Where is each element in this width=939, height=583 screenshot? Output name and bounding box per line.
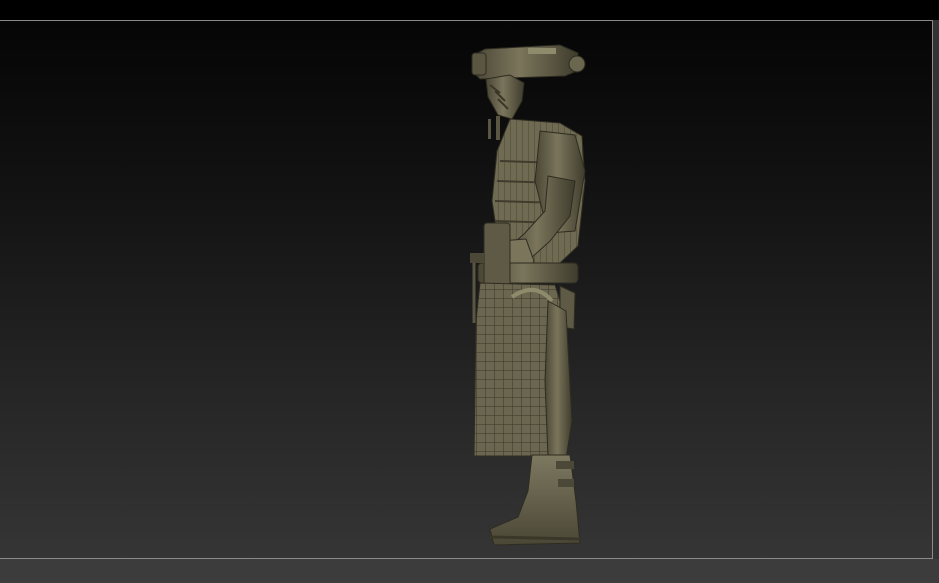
top-bar xyxy=(0,0,939,20)
right-edge-panel xyxy=(933,20,939,559)
sculpt-model[interactable] xyxy=(0,21,933,560)
bottom-bar xyxy=(0,559,939,583)
3d-viewport[interactable] xyxy=(0,20,933,559)
sculpt-app-window xyxy=(0,0,939,583)
